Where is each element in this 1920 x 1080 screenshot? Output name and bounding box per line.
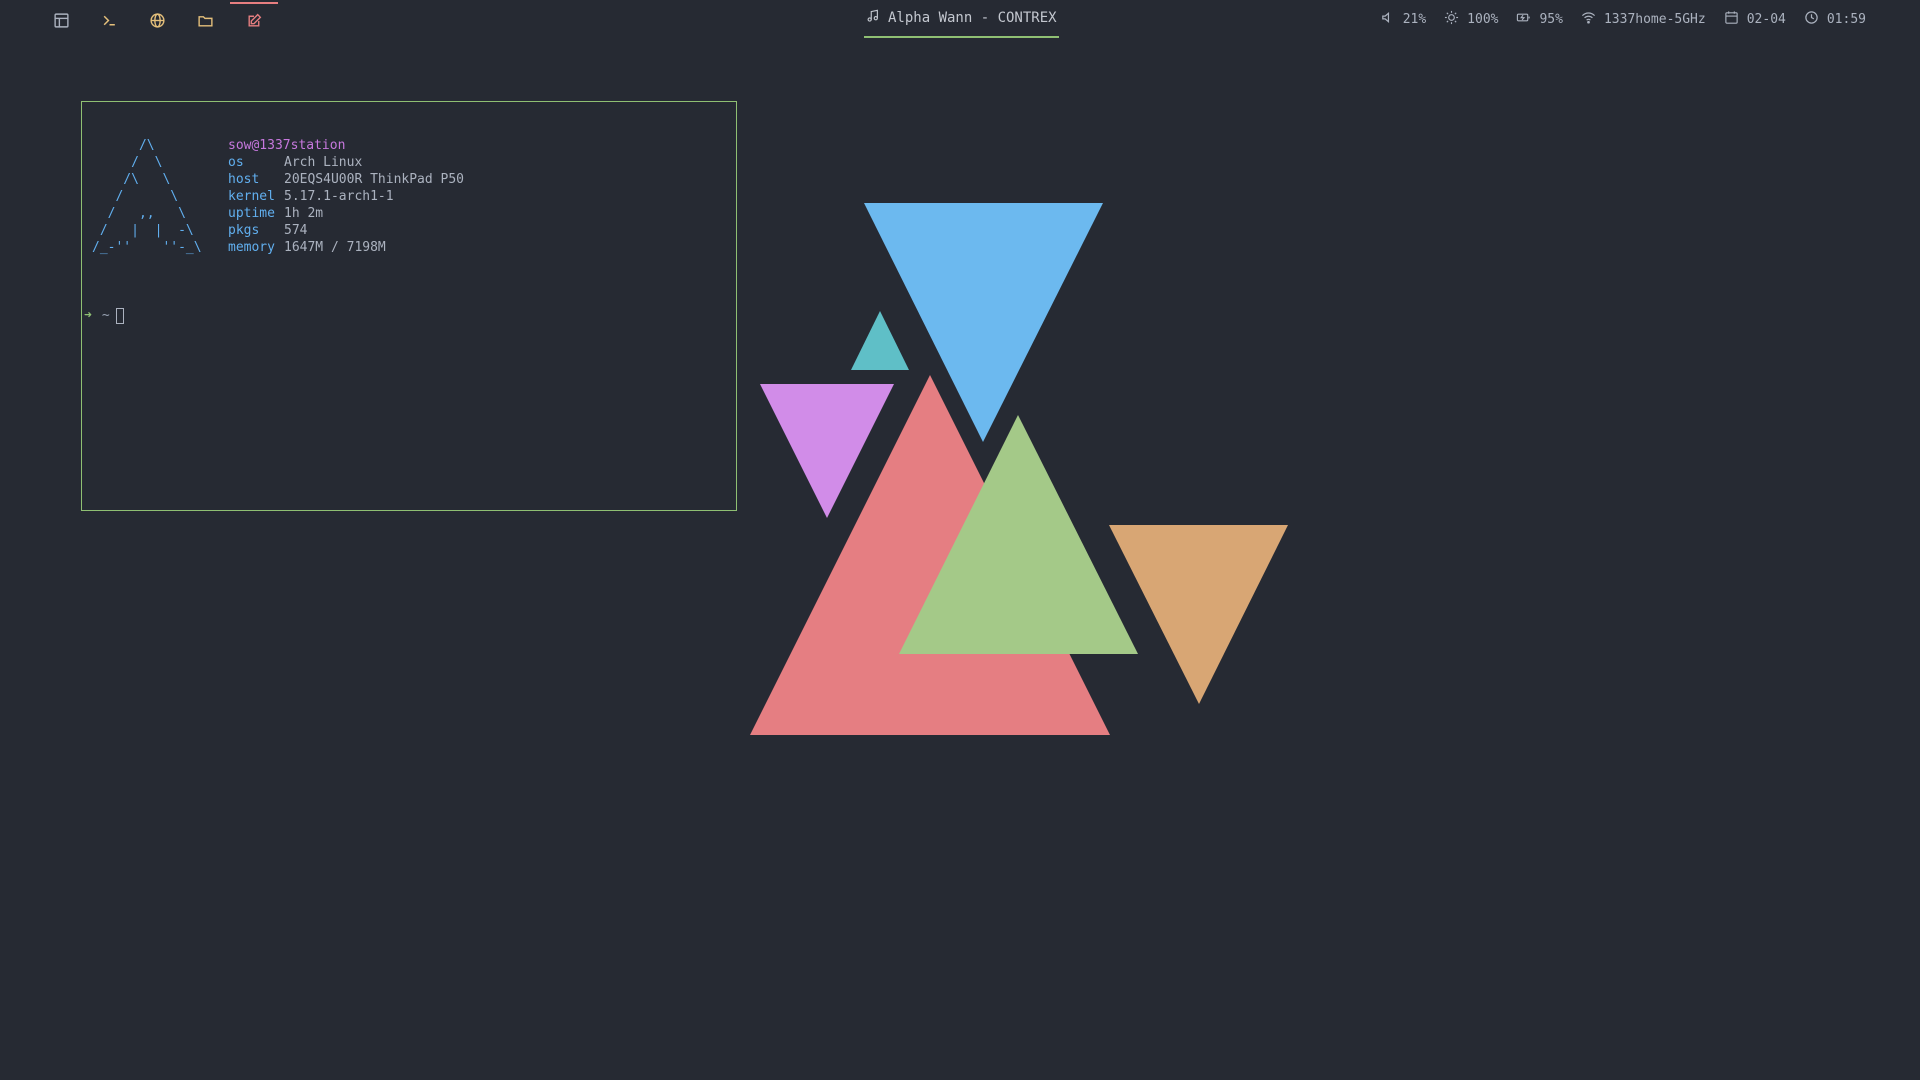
terminal-icon	[101, 12, 118, 29]
info-key: os	[228, 155, 244, 170]
volume-value: 21%	[1402, 11, 1427, 27]
info-key: kernel	[228, 189, 275, 204]
info-value: 20EQS4U00R ThinkPad P50	[284, 172, 465, 187]
text-cursor[interactable]	[115, 307, 124, 324]
brightness-value: 100%	[1467, 11, 1499, 27]
shell-prompt[interactable]: ➜ ~	[84, 307, 124, 324]
workspace-3-button[interactable]	[133, 0, 181, 40]
info-value: 5.17.1-arch1-1	[284, 189, 394, 204]
workspace-5-button[interactable]	[230, 0, 278, 40]
info-key: host	[228, 172, 260, 187]
workspace-2-button[interactable]	[85, 0, 133, 40]
calendar-icon	[1724, 10, 1747, 29]
prompt-arrow-icon: ➜	[84, 308, 92, 323]
time-value: 01:59	[1826, 11, 1866, 27]
top-bar: Alpha Wann - CONTREX 21% 100% 95% 1337ho…	[0, 0, 1920, 40]
info-key: uptime	[228, 206, 275, 221]
triangle-orange	[1109, 525, 1288, 704]
sun-icon	[1444, 10, 1467, 29]
workspace-4-button[interactable]	[181, 0, 229, 40]
volume-icon	[1380, 10, 1403, 29]
terminal-window[interactable]: /\ / \ /\ \ / \ / ,, \ / | | -\ /_-'' ''…	[81, 101, 737, 511]
music-note-icon	[866, 9, 888, 27]
triangle-red	[750, 375, 1110, 735]
wifi-widget[interactable]: 1337home-5GHz	[1581, 10, 1706, 29]
fetch-output: /\ / \ /\ \ / \ / ,, \ / | | -\ /_-'' ''…	[92, 137, 464, 256]
status-area: 21% 100% 95% 1337home-5GHz 02-04 01:59	[1362, 0, 1866, 38]
triangle-blue	[864, 203, 1103, 442]
triangle-purple	[760, 384, 894, 518]
battery-charging-icon	[1516, 10, 1539, 29]
user-host: sow@1337station	[228, 138, 346, 153]
wifi-network: 1337home-5GHz	[1603, 11, 1706, 27]
info-row-uptime: uptime 1h 2m	[228, 205, 464, 222]
info-row-host: host 20EQS4U00R ThinkPad P50	[228, 171, 464, 188]
date-widget[interactable]: 02-04	[1724, 10, 1786, 29]
info-row-pkgs: pkgs 574	[228, 222, 464, 239]
workspace-1-button[interactable]	[37, 0, 85, 40]
info-value: Arch Linux	[284, 155, 363, 170]
layout-icon	[53, 12, 70, 29]
edit-icon	[246, 12, 263, 29]
triangle-green	[899, 415, 1138, 654]
clock-icon	[1804, 10, 1827, 29]
arch-logo: /\ / \ /\ \ / \ / ,, \ / | | -\ /_-'' ''…	[92, 138, 202, 255]
info-row-kernel: kernel 5.17.1-arch1-1	[228, 188, 464, 205]
folder-icon	[197, 12, 214, 29]
info-key: pkgs	[228, 223, 260, 238]
clock-widget[interactable]: 01:59	[1804, 10, 1866, 29]
battery-value: 95%	[1539, 11, 1563, 27]
triangle-cyan-small	[851, 311, 909, 370]
info-value: 1h 2m	[284, 206, 324, 221]
globe-icon	[149, 12, 166, 29]
media-widget[interactable]: Alpha Wann - CONTREX	[864, 0, 1059, 38]
media-title: Alpha Wann - CONTREX	[888, 10, 1057, 26]
info-key: memory	[228, 240, 275, 255]
date-value: 02-04	[1746, 11, 1786, 27]
info-row-os: os Arch Linux	[228, 154, 464, 171]
wifi-icon	[1581, 10, 1604, 29]
info-value: 574	[284, 223, 308, 238]
info-row-memory: memory 1647M / 7198M	[228, 239, 464, 256]
volume-widget[interactable]: 21%	[1380, 10, 1426, 29]
prompt-directory: ~	[101, 308, 110, 323]
brightness-widget[interactable]: 100%	[1444, 10, 1498, 29]
info-value: 1647M / 7198M	[284, 240, 386, 255]
battery-widget[interactable]: 95%	[1516, 10, 1563, 29]
system-info: sow@1337station os Arch Linux host 20EQS…	[228, 137, 464, 256]
